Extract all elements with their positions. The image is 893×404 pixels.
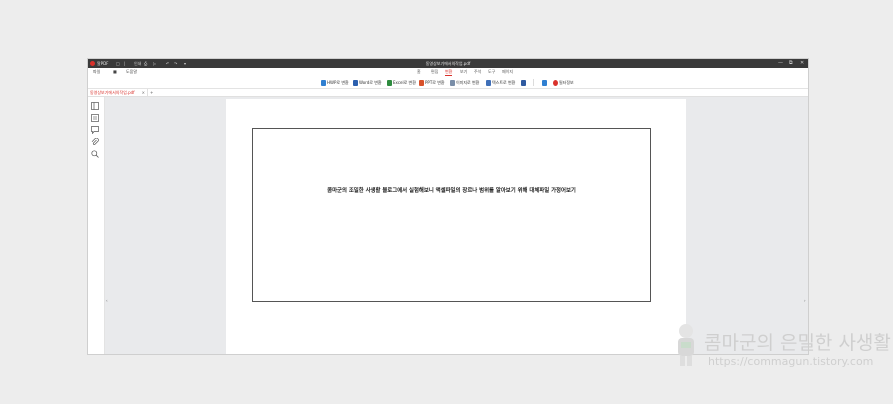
- convert-hwp-button[interactable]: HWP로 변환: [321, 79, 349, 86]
- tab-pages[interactable]: 페이지: [502, 68, 513, 76]
- ribbon-toolbar: HWP로 변환 Word로 변환 Excel로 변환 PPT로 변환 이미지로 …: [88, 76, 808, 89]
- close-button[interactable]: ✕: [800, 59, 804, 68]
- more-convert-button[interactable]: [521, 79, 527, 86]
- collapse-left-icon[interactable]: ‹: [106, 298, 108, 303]
- page-frame: 콤마군의 조밀한 사생활 블로그에서 실험해보니 액셀파일의 장르나 범위를 알…: [252, 128, 651, 302]
- collapse-right-icon[interactable]: ›: [804, 298, 806, 303]
- hwp-icon: [321, 80, 326, 86]
- word-icon: [353, 80, 358, 86]
- convert-word-label: Word로 변환: [359, 80, 382, 85]
- comments-icon[interactable]: [91, 126, 99, 134]
- blog-watermark: 콤마군의 은밀한 사생활 https://commagun.tistory.co…: [672, 322, 891, 374]
- watermark-title: 콤마군의 은밀한 사생활: [704, 332, 891, 354]
- ribbon-separator: [533, 79, 534, 86]
- title-bar: 알PDF □ | 인쇄 ⎙ ▷ ↶ ↷ ▾ 동영상보기에서의작업.pdf — ⧉…: [88, 59, 808, 68]
- pdf-app-window: 알PDF □ | 인쇄 ⎙ ▷ ↶ ↷ ▾ 동영상보기에서의작업.pdf — ⧉…: [87, 58, 809, 355]
- convert-ppt-button[interactable]: PPT로 변환: [419, 79, 445, 86]
- convert-ppt-label: PPT로 변환: [425, 80, 445, 85]
- tab-home[interactable]: 홈: [417, 68, 421, 76]
- mascot-icon: [678, 324, 694, 366]
- document-tab[interactable]: 동영상보기에서의작업.pdf ×: [88, 89, 148, 97]
- window-title: 동영상보기에서의작업.pdf: [425, 61, 471, 66]
- new-tab-button[interactable]: +: [150, 89, 153, 97]
- document-tab-bar: 동영상보기에서의작업.pdf × +: [88, 89, 808, 97]
- convert-hwp-label: HWP로 변환: [327, 80, 349, 85]
- watermark-url: https://commagun.tistory.com: [708, 355, 874, 368]
- filter-info-label: 필터정보: [559, 80, 574, 85]
- image-icon: [450, 80, 455, 86]
- document-icon: [542, 80, 547, 86]
- document-tab-label: 동영상보기에서의작업.pdf: [90, 90, 135, 95]
- convert-excel-label: Excel로 변환: [393, 80, 416, 85]
- doc-info-button[interactable]: [542, 79, 548, 86]
- left-sidebar: [88, 97, 105, 354]
- search-icon[interactable]: [91, 150, 99, 158]
- filter-icon: [553, 80, 558, 86]
- tab-annotate[interactable]: 주석: [474, 68, 481, 76]
- tab-tools[interactable]: 도구: [488, 68, 495, 76]
- convert-text-button[interactable]: 텍스트로 변환: [486, 79, 515, 86]
- maximize-button[interactable]: ⧉: [789, 59, 793, 68]
- minimize-button[interactable]: —: [778, 59, 783, 68]
- more-icon: [521, 80, 526, 86]
- tab-view[interactable]: 보기: [460, 68, 467, 76]
- convert-image-button[interactable]: 이미지로 변환: [450, 79, 479, 86]
- tab-edit[interactable]: 편집: [431, 68, 438, 76]
- excel-icon: [387, 80, 392, 86]
- convert-excel-button[interactable]: Excel로 변환: [387, 79, 416, 86]
- document-body-text: 콤마군의 조밀한 사생활 블로그에서 실험해보니 액셀파일의 장르나 범위를 알…: [327, 188, 576, 194]
- menu-view-icon[interactable]: ■: [113, 68, 117, 76]
- menu-file[interactable]: 파일: [93, 68, 100, 76]
- close-tab-icon[interactable]: ×: [142, 89, 145, 97]
- document-viewer[interactable]: ‹ 콤마군의 조밀한 사생활 블로그에서 실험해보니 액셀파일의 장르나 범위를…: [105, 97, 808, 354]
- filter-info-button[interactable]: 필터정보: [553, 79, 574, 86]
- convert-image-label: 이미지로 변환: [456, 80, 480, 85]
- bookmarks-icon[interactable]: [91, 114, 99, 122]
- thumbnails-icon[interactable]: [91, 102, 99, 110]
- attachments-icon[interactable]: [91, 138, 99, 146]
- text-icon: [486, 80, 491, 86]
- ppt-icon: [419, 80, 424, 86]
- convert-text-label: 텍스트로 변환: [492, 80, 516, 85]
- tab-convert[interactable]: 변환: [445, 68, 453, 76]
- menu-bar: 파일 ■ 도움말 홈 편집 변환 보기 주석 도구 페이지: [88, 68, 808, 76]
- menu-help[interactable]: 도움말: [126, 68, 137, 76]
- pdf-page: 콤마군의 조밀한 사생활 블로그에서 실험해보니 액셀파일의 장르나 범위를 알…: [226, 99, 686, 354]
- convert-word-button[interactable]: Word로 변환: [353, 79, 382, 86]
